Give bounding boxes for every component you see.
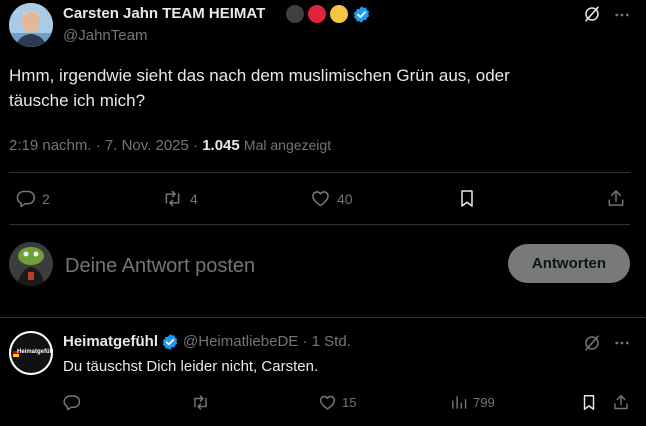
reply-action[interactable]: 2 bbox=[15, 188, 50, 209]
tweet-text-line-2: täusche ich mich? bbox=[9, 91, 146, 110]
reply-like-count: 15 bbox=[342, 395, 357, 410]
reply-views-count: 799 bbox=[473, 395, 495, 410]
repost-icon[interactable] bbox=[161, 188, 184, 209]
bookmark-icon[interactable] bbox=[457, 188, 477, 209]
grok-icon[interactable] bbox=[583, 5, 601, 23]
red-circle-icon bbox=[308, 5, 326, 23]
verified-icon[interactable] bbox=[161, 333, 179, 351]
author-badges bbox=[286, 5, 371, 23]
reply-author-handle[interactable]: @HeimatliebeDE bbox=[183, 332, 298, 352]
like-icon[interactable] bbox=[318, 393, 337, 412]
views-count: 1.045 bbox=[202, 137, 240, 154]
black-circle-icon bbox=[286, 5, 304, 23]
views-label: Mal angezeigt bbox=[243, 137, 332, 153]
reply-avatar-logo-text: Heimatgefühl bbox=[17, 349, 53, 355]
share-icon[interactable] bbox=[606, 188, 626, 209]
reply-header: Heimatgefühl @HeimatliebeDE · 1 Std. bbox=[63, 332, 351, 352]
repost-count: 4 bbox=[190, 190, 198, 207]
reply-icon[interactable] bbox=[62, 393, 81, 412]
verified-icon[interactable] bbox=[352, 5, 371, 24]
tweet-time[interactable]: 2:19 nachm. bbox=[9, 137, 92, 154]
tweet-text-line-1: Hmm, irgendwie sieht das nach dem muslim… bbox=[9, 66, 510, 85]
reply-text: Du täuschst Dich leider nicht, Carsten. bbox=[63, 358, 319, 375]
tweet-date[interactable]: 7. Nov. 2025 bbox=[105, 137, 189, 154]
bookmark-icon[interactable] bbox=[580, 393, 598, 412]
divider bbox=[9, 224, 630, 225]
views-icon[interactable] bbox=[450, 393, 467, 412]
user-avatar[interactable] bbox=[9, 242, 53, 286]
divider bbox=[9, 172, 630, 173]
author-handle[interactable]: @JahnTeam bbox=[63, 26, 147, 46]
like-icon[interactable] bbox=[310, 188, 331, 209]
tweet-text: Hmm, irgendwie sieht das nach dem muslim… bbox=[9, 63, 510, 113]
like-action[interactable]: 40 bbox=[310, 188, 353, 209]
reply-button[interactable]: Antworten bbox=[508, 244, 630, 283]
reply-time[interactable]: 1 Std. bbox=[312, 332, 351, 352]
reply-author-name[interactable]: Heimatgefühl bbox=[63, 332, 158, 352]
author-name[interactable]: Carsten Jahn TEAM HEIMAT bbox=[63, 4, 265, 24]
repost-icon[interactable] bbox=[190, 393, 211, 412]
reply-count: 2 bbox=[42, 190, 50, 207]
reply-icon[interactable] bbox=[15, 188, 36, 209]
like-count: 40 bbox=[337, 190, 353, 207]
repost-action[interactable]: 4 bbox=[161, 188, 198, 209]
share-icon[interactable] bbox=[612, 393, 630, 412]
divider bbox=[0, 317, 646, 318]
more-icon[interactable] bbox=[613, 6, 631, 24]
grok-icon[interactable] bbox=[583, 334, 601, 352]
more-icon[interactable] bbox=[613, 334, 631, 352]
reply-input[interactable] bbox=[63, 250, 487, 282]
reply-like-action[interactable]: 15 bbox=[318, 393, 356, 412]
gold-circle-icon bbox=[330, 5, 348, 23]
reply-views-action[interactable]: 799 bbox=[450, 393, 495, 412]
tweet-meta: 2:19 nachm. · 7. Nov. 2025 · 1.045 Mal a… bbox=[9, 137, 332, 154]
reply-author-avatar[interactable]: Heimatgefühl bbox=[9, 331, 53, 375]
author-avatar[interactable] bbox=[9, 3, 53, 47]
